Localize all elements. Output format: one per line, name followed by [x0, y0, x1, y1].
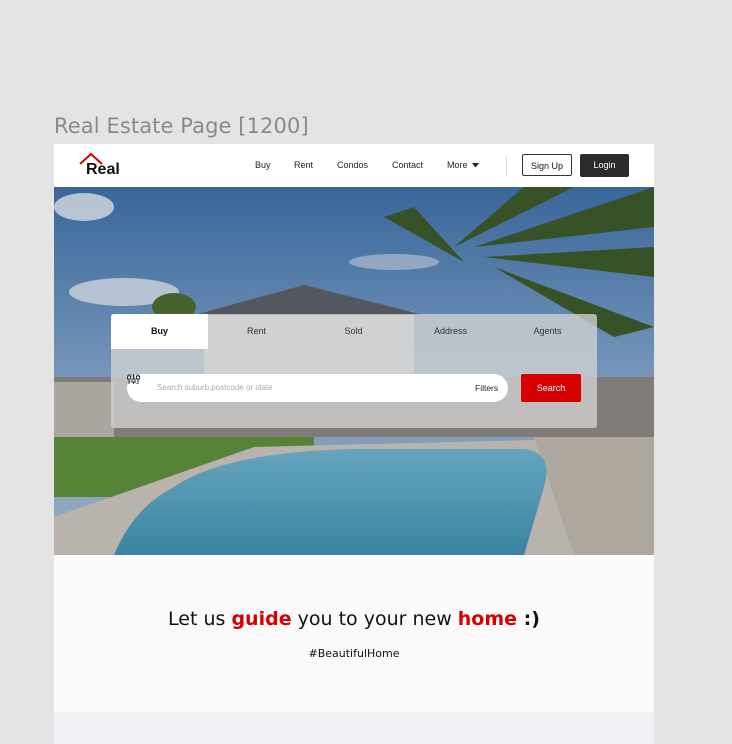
search-panel: Buy Rent Sold Address Agents Search subu…: [111, 314, 597, 428]
hero-image: Buy Rent Sold Address Agents Search subu…: [54, 187, 654, 555]
search-button[interactable]: Search: [521, 374, 581, 402]
search-input[interactable]: Search suburb,postcode or state Filters: [127, 374, 508, 402]
nav-condos[interactable]: Condos: [337, 160, 368, 170]
filters-label[interactable]: Filters: [475, 383, 498, 393]
nav-rent[interactable]: Rent: [294, 160, 313, 170]
search-tabs: Buy Rent Sold Address Agents: [111, 314, 597, 349]
login-button[interactable]: Login: [580, 154, 629, 177]
search-placeholder: Search suburb,postcode or state: [157, 383, 273, 392]
signup-button[interactable]: Sign Up: [522, 154, 572, 176]
logo-text: Real: [86, 161, 120, 178]
tagline-part1: Let us: [168, 608, 232, 630]
nav-contact[interactable]: Contact: [392, 160, 423, 170]
tab-buy[interactable]: Buy: [111, 314, 208, 349]
tab-address[interactable]: Address: [402, 314, 499, 349]
header-divider: [506, 156, 507, 176]
tab-sold[interactable]: Sold: [305, 314, 402, 349]
nav-buy[interactable]: Buy: [255, 160, 271, 170]
next-section: [54, 712, 654, 744]
tab-rent[interactable]: Rent: [208, 314, 305, 349]
nav-more[interactable]: More: [447, 160, 480, 170]
filters-icon[interactable]: [127, 374, 140, 384]
caret-down-icon: [472, 163, 480, 168]
tagline-highlight-guide: guide: [231, 608, 292, 630]
site-header: Real Buy Rent Condos Contact More Sign U…: [54, 144, 654, 187]
tagline-part2: you to your new: [291, 608, 458, 630]
frame-label: Real Estate Page [1200]: [54, 114, 309, 138]
tagline: Let us guide you to your new home :): [54, 608, 654, 630]
logo[interactable]: Real: [79, 153, 129, 181]
real-estate-page: Real Buy Rent Condos Contact More Sign U…: [54, 144, 654, 744]
tagline-part3: :): [517, 608, 540, 630]
hashtag: #BeautifulHome: [308, 647, 400, 660]
tagline-highlight-home: home: [457, 608, 518, 630]
tab-agents[interactable]: Agents: [499, 314, 596, 349]
nav-more-label: More: [447, 160, 468, 170]
